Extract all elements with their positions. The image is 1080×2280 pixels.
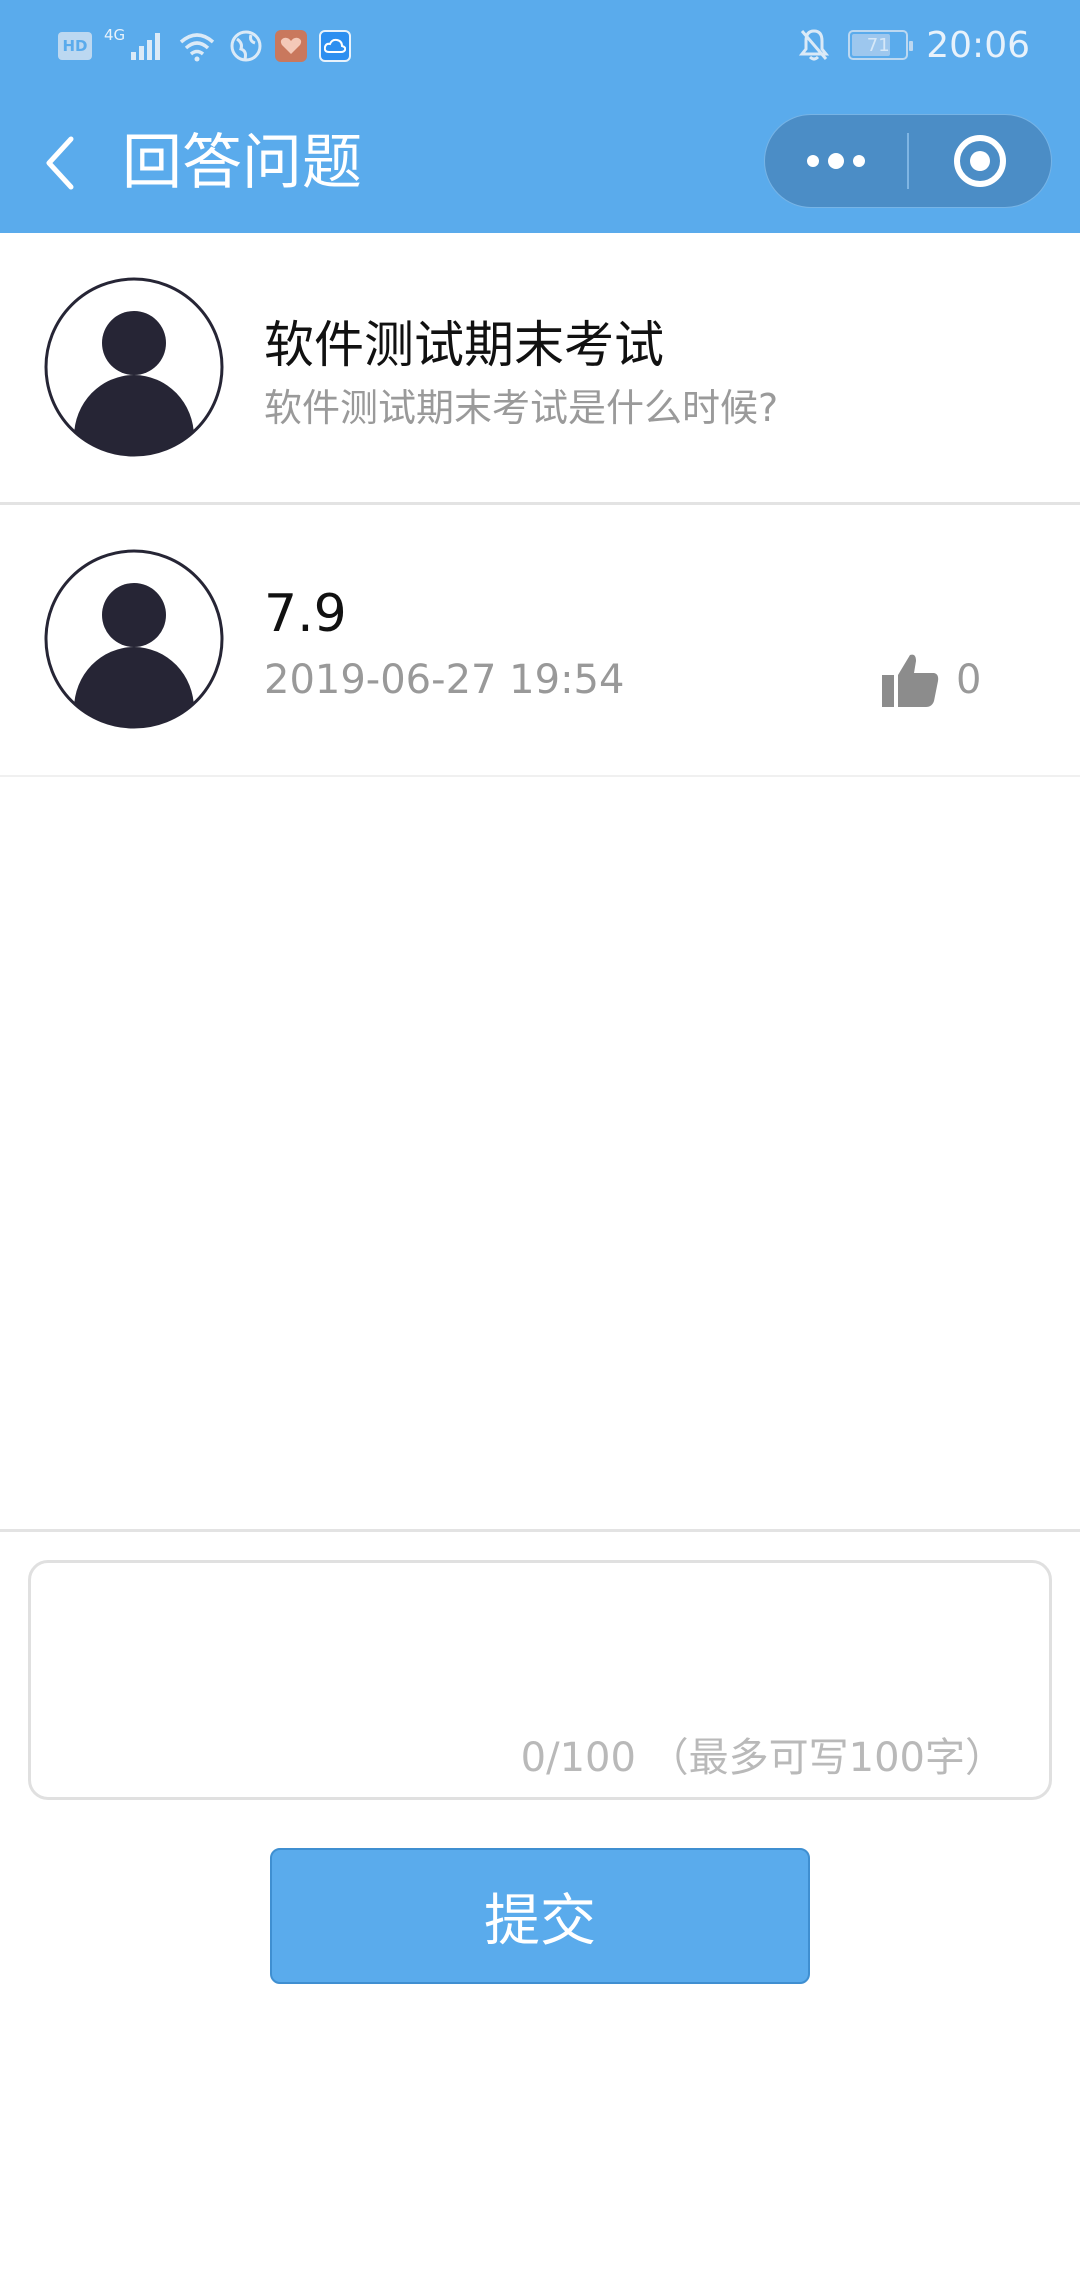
- answer-input[interactable]: [51, 1577, 1031, 1717]
- more-dots-icon-center: [828, 153, 844, 169]
- wifi-icon: [177, 30, 217, 62]
- question-title: 软件测试期末考试: [264, 316, 664, 374]
- answer-textarea-container: 0/100 （最多可写100字）: [28, 1560, 1052, 1800]
- close-mini-program-button[interactable]: [909, 114, 1051, 208]
- target-icon: [954, 135, 1006, 187]
- status-bar-right: 71 20:06: [798, 20, 1030, 70]
- signal-icon: [129, 30, 165, 62]
- network-type-label: 4G: [104, 26, 126, 44]
- clock: 20:06: [926, 24, 1030, 66]
- chevron-left-icon: [46, 136, 74, 190]
- battery-icon: 71: [848, 30, 914, 60]
- mute-bell-icon: [798, 27, 830, 63]
- like-button[interactable]: 0: [880, 645, 981, 715]
- like-count: 0: [956, 657, 982, 703]
- back-button[interactable]: [36, 128, 86, 198]
- health-app-icon: [275, 30, 308, 62]
- question-description: 软件测试期末考试是什么时候?: [264, 386, 779, 430]
- hd-icon: HD: [58, 32, 92, 60]
- mini-program-capsule: [764, 114, 1052, 208]
- answer-timestamp: 2019-06-27 19:54: [264, 657, 625, 703]
- status-bar-left: HD 4G: [58, 26, 352, 66]
- more-dots-icon: [807, 155, 819, 167]
- submit-button[interactable]: 提交: [270, 1848, 810, 1984]
- cloud-app-icon: [319, 30, 352, 62]
- more-button[interactable]: [765, 114, 907, 208]
- divider: [0, 1529, 1080, 1532]
- page-title: 回答问题: [122, 128, 362, 198]
- answer-item: 7.9 2019-06-27 19:54 0: [0, 505, 1080, 777]
- avatar: [44, 549, 224, 729]
- globe-icon: [229, 29, 263, 63]
- answer-text: 7.9: [264, 584, 347, 644]
- question-item: 软件测试期末考试 软件测试期末考试是什么时候?: [0, 233, 1080, 505]
- avatar: [44, 277, 224, 457]
- header-bar: HD 4G 71 20:06 回答问题: [0, 0, 1080, 233]
- character-counter: 0/100 （最多可写100字）: [520, 1735, 1005, 1781]
- battery-level: 71: [866, 34, 890, 56]
- more-dots-icon-right: [853, 155, 865, 167]
- thumbs-up-icon: [882, 654, 939, 707]
